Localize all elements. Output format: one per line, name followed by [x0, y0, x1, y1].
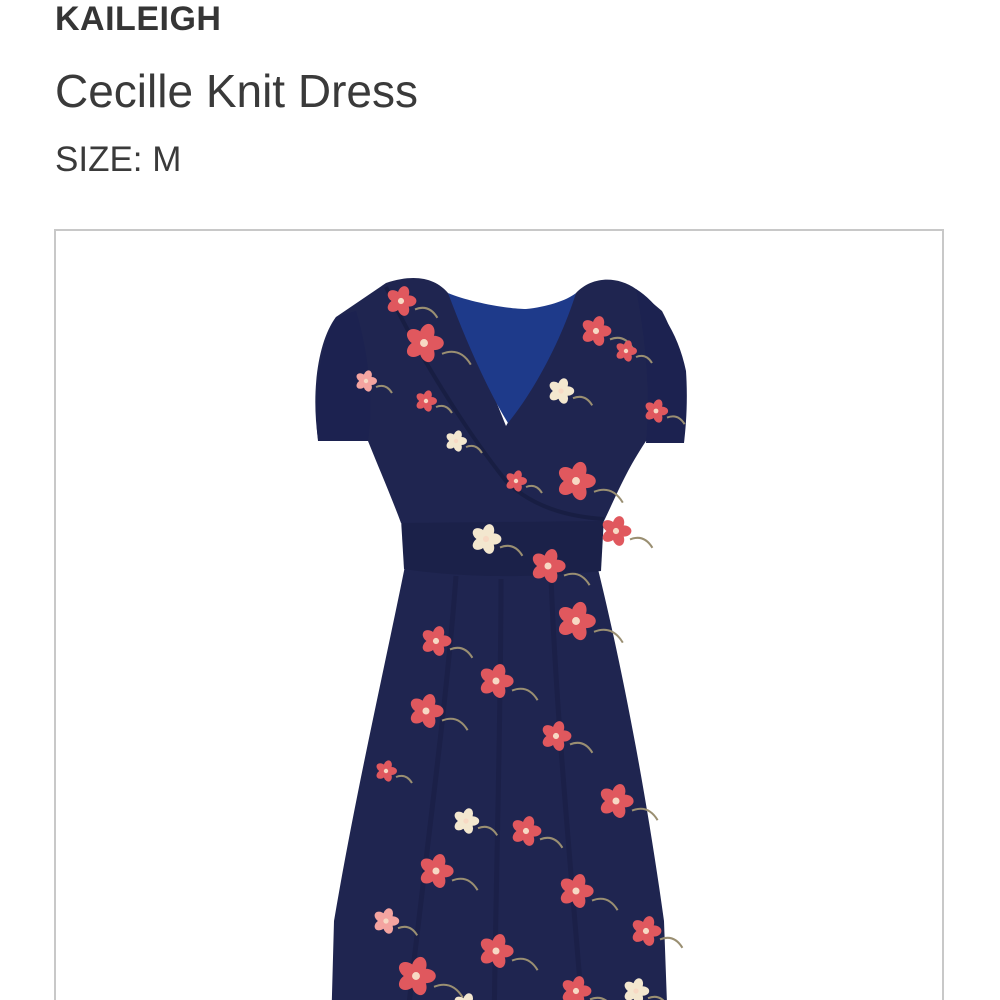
- flower-center: [463, 818, 469, 824]
- flower-center: [423, 398, 429, 404]
- flower-center: [432, 637, 440, 645]
- brand-name: KAILEIGH: [55, 0, 222, 38]
- flower-center: [397, 297, 405, 305]
- flower-center: [592, 327, 600, 335]
- flower-center: [612, 797, 620, 805]
- flower-center: [432, 867, 440, 875]
- flower-center: [572, 987, 580, 995]
- dress-photo: [315, 278, 687, 1000]
- flower-center: [363, 378, 369, 384]
- flower-stem: [629, 536, 654, 549]
- flower-center: [653, 408, 659, 414]
- flower-center: [422, 707, 430, 715]
- flower-center: [492, 677, 500, 685]
- flower-center: [612, 527, 620, 535]
- flower-center: [558, 388, 564, 394]
- dress-waistband: [401, 514, 604, 577]
- flower-center: [552, 732, 560, 740]
- product-title: Cecille Knit Dress: [55, 65, 418, 117]
- flower-center: [633, 988, 639, 994]
- flower-center: [383, 768, 389, 774]
- product-detail-page: KAILEIGH Cecille Knit Dress SIZE: M: [0, 0, 1000, 1000]
- flower-center: [482, 535, 490, 543]
- flower-center: [572, 477, 580, 485]
- product-image-card[interactable]: [54, 229, 944, 1000]
- flower-center: [420, 339, 428, 347]
- flower-center: [623, 348, 629, 354]
- flower-center: [492, 947, 500, 955]
- flower-center: [544, 562, 552, 570]
- flower-center: [513, 478, 519, 484]
- size-label: SIZE: M: [55, 140, 182, 179]
- flower-center: [572, 887, 580, 895]
- flower-center: [572, 617, 580, 625]
- flower-center: [642, 927, 650, 935]
- flower-center: [453, 438, 459, 444]
- flower-center: [383, 918, 389, 924]
- flower-center: [412, 972, 420, 980]
- flower-center: [522, 827, 530, 835]
